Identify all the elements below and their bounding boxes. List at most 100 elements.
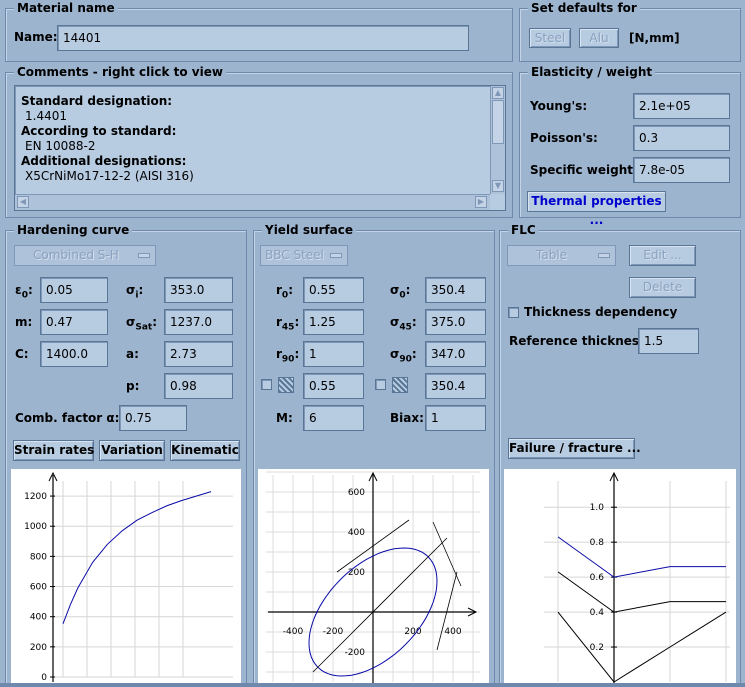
y-tick-label: 200: [348, 568, 365, 578]
scroll-right-icon[interactable]: ▶: [475, 196, 487, 208]
flc-title: FLC: [508, 223, 539, 237]
poissons-label: Poisson's:: [530, 131, 598, 145]
eps0-sub: 0: [21, 290, 28, 301]
sb-field[interactable]: 350.4: [425, 373, 486, 399]
delete-button[interactable]: Delete: [629, 277, 696, 298]
p-field[interactable]: 0.98: [164, 373, 233, 399]
flc-chart: 0.2 0.4 0.6 0.8 1.0: [504, 469, 736, 684]
thermal-properties-button[interactable]: Thermal properties ...: [527, 191, 666, 227]
yield-model-arrow: [324, 245, 348, 266]
r45-field[interactable]: 1.25: [303, 309, 364, 335]
strain-rates-button[interactable]: Strain rates: [13, 440, 94, 461]
r0-label: r0:: [276, 283, 293, 301]
elasticity-panel: Elasticity / weight Young's: 2.1e+05 Poi…: [519, 65, 741, 227]
material-name-panel: Material name Name: 14401: [5, 1, 513, 62]
thickness-dependency-checkbox[interactable]: [508, 307, 519, 318]
hardening-model-arrow: [131, 245, 156, 266]
y-tick-label: -200: [345, 648, 366, 658]
m-field[interactable]: 0.47: [40, 309, 108, 335]
variation-button[interactable]: Variation: [99, 440, 165, 461]
poissons-field[interactable]: 0.3: [633, 125, 730, 151]
set-defaults-panel: Set defaults for Steel Alu [N,mm]: [519, 1, 741, 62]
sb-checkbox[interactable]: [375, 379, 386, 390]
sigma-sat-symbol: σ: [126, 315, 136, 329]
y-tick-label: 600: [30, 583, 47, 593]
comb-factor-field[interactable]: 0.75: [119, 405, 187, 431]
chevron-down-icon: [330, 253, 342, 258]
eps0-label: ε0:: [15, 283, 33, 301]
hardening-curve-title: Hardening curve: [14, 223, 133, 237]
y-tick-label: 200: [30, 643, 47, 653]
comment-line: 1.4401: [25, 109, 67, 123]
y-tick-label: 600: [348, 488, 365, 498]
youngs-field[interactable]: 2.1e+05: [633, 93, 730, 119]
scroll-down-icon[interactable]: ▼: [492, 180, 504, 192]
reference-thickness-field[interactable]: 1.5: [638, 328, 699, 354]
alu-button[interactable]: Alu: [579, 28, 619, 48]
steel-button[interactable]: Steel: [529, 28, 571, 48]
rb-field[interactable]: 0.55: [303, 373, 364, 399]
edit-button[interactable]: Edit ...: [629, 245, 696, 266]
r45-sub: 45: [281, 322, 295, 333]
sigma-i-field[interactable]: 353.0: [164, 277, 233, 303]
sigma45-symbol: σ: [390, 315, 400, 329]
comment-line: X5CrNiMo17-12-2 (AISI 316): [25, 169, 194, 183]
sigma0-symbol: σ: [390, 283, 400, 297]
failure-fracture-button[interactable]: Failure / fracture ...: [508, 438, 641, 459]
sigma90-symbol: σ: [390, 347, 400, 361]
sigma45-sub: 45: [399, 322, 412, 333]
eps0-symbol: ε: [15, 283, 22, 297]
m-exponent-field[interactable]: 6: [303, 405, 364, 431]
y-tick-label: 1000: [24, 522, 47, 532]
sigma0-field[interactable]: 350.4: [425, 277, 486, 303]
y-tick-label: 400: [30, 613, 47, 623]
r0-field[interactable]: 0.55: [303, 277, 364, 303]
sigma90-label: σ90:: [390, 347, 417, 365]
comb-factor-label: Comb. factor α:: [15, 411, 120, 425]
r90-sub: 90: [281, 354, 295, 365]
sigma-sat-label: σSat:: [126, 315, 158, 333]
scroll-thumb[interactable]: [492, 100, 504, 144]
kinematic-button[interactable]: Kinematic: [170, 440, 240, 461]
name-field[interactable]: 14401: [57, 25, 469, 51]
y-tick-label: 0.6: [590, 573, 605, 583]
tangent-line: [436, 571, 458, 651]
elasticity-title: Elasticity / weight: [528, 65, 656, 79]
rb-checkbox[interactable]: [261, 379, 272, 390]
y-tick-label: 0: [41, 673, 47, 683]
a-field[interactable]: 2.73: [164, 341, 233, 367]
thickness-dependency-label: Thickness dependency: [524, 305, 678, 319]
sb-hatch-icon: [392, 377, 408, 393]
reference-thickness-label: Reference thickness:: [509, 334, 652, 348]
sigma90-field[interactable]: 347.0: [425, 341, 486, 367]
yield-surface-chart: 800600400200-200-400-400-200200400: [258, 469, 489, 684]
youngs-label: Young's:: [530, 99, 588, 113]
eps0-field[interactable]: 0.05: [40, 277, 108, 303]
horizontal-scrollbar[interactable]: ◀ ▶: [15, 194, 490, 210]
r90-field[interactable]: 1: [303, 341, 364, 367]
c-label: C:: [15, 347, 29, 361]
y-tick-label: 1200: [24, 492, 47, 502]
sigma-sat-field[interactable]: 1237.0: [164, 309, 233, 335]
scroll-left-icon[interactable]: ◀: [17, 196, 29, 208]
biax-field[interactable]: 1: [425, 405, 486, 431]
p-label: p:: [126, 379, 140, 393]
vertical-scrollbar[interactable]: ▲ ▼: [490, 86, 505, 194]
comment-line: According to standard:: [21, 124, 177, 138]
sigma0-label: σ0:: [390, 283, 411, 301]
flc-panel: FLC Table Edit ... Delete Thickness depe…: [499, 223, 741, 687]
r45-label: r45:: [276, 315, 300, 333]
sigma0-sub: 0: [399, 290, 406, 301]
sigma45-field[interactable]: 375.0: [425, 309, 486, 335]
sigma-i-sub: i: [135, 290, 139, 301]
comments-textarea[interactable]: Standard designation: 1.4401 According t…: [14, 85, 506, 211]
scroll-up-icon[interactable]: ▲: [492, 87, 504, 99]
chevron-down-icon: [138, 253, 150, 258]
r0-sub: 0: [281, 290, 289, 301]
set-defaults-title: Set defaults for: [528, 1, 640, 15]
y-tick-label: 0.4: [590, 608, 605, 618]
y-tick-label: 0.2: [590, 643, 604, 653]
x-tick-label: 400: [444, 627, 461, 637]
c-field[interactable]: 1400.0: [40, 341, 108, 367]
specific-weight-field[interactable]: 7.8e-05: [633, 157, 730, 183]
